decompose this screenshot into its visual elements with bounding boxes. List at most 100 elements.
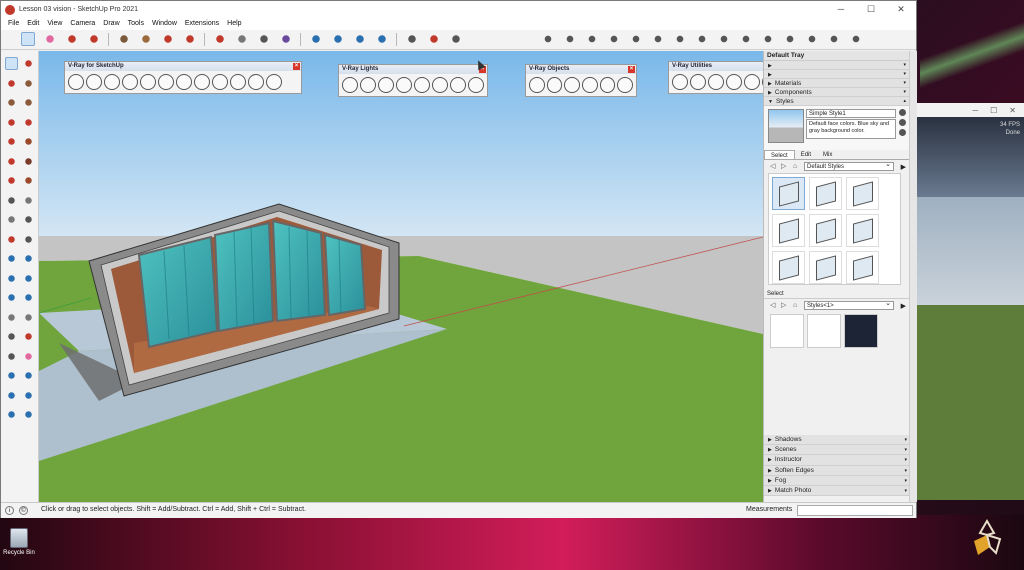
protractor-icon[interactable] — [5, 213, 18, 226]
top-view-icon[interactable] — [651, 32, 665, 46]
right-view-icon[interactable] — [695, 32, 709, 46]
panel-shadows[interactable]: ▶ Shadows ▾ — [764, 435, 910, 446]
zoom-window-icon[interactable] — [22, 271, 35, 285]
eraser-icon[interactable] — [22, 349, 35, 363]
scale-icon[interactable] — [213, 32, 227, 46]
back-view-icon[interactable] — [717, 32, 731, 46]
style-name-field[interactable]: Simple Style1 — [806, 109, 896, 118]
spot-light-icon[interactable] — [360, 77, 376, 93]
group-icon[interactable] — [5, 408, 18, 421]
rotate-icon[interactable] — [5, 154, 18, 168]
vray-refresh-icon[interactable] — [158, 74, 174, 90]
zoom-icon[interactable] — [5, 271, 18, 285]
panel-soften-edges[interactable]: ▶ Soften Edges ▾ — [764, 465, 910, 476]
panel-materials[interactable]: ▶ Materials ▾ — [764, 79, 909, 88]
secondary-library-select[interactable]: Styles<1> — [804, 300, 894, 310]
mesh-clipper-icon[interactable] — [617, 77, 634, 93]
zoom-icon[interactable] — [353, 32, 367, 46]
panel-fog[interactable]: ▶ Fog ▾ — [764, 475, 910, 486]
modeling-viewport[interactable]: V-Ray for SketchUp × V-Ray Lights × V-Ray … — [39, 51, 763, 502]
panel-components[interactable]: ▶ Components ▾ — [764, 88, 909, 97]
details-arrow-icon[interactable]: ▶ — [901, 302, 906, 310]
zoom-extents-icon[interactable] — [375, 32, 389, 46]
vray-render-region-icon[interactable] — [230, 74, 246, 90]
vray-lock-icon[interactable] — [266, 74, 282, 90]
credits-icon[interactable]: © — [19, 506, 28, 515]
component-icon[interactable] — [22, 388, 35, 402]
forward-icon[interactable]: ▷ — [781, 163, 788, 170]
select-icon[interactable] — [5, 57, 18, 70]
rectangle-icon[interactable] — [22, 76, 35, 90]
maximize-button[interactable]: ☐ — [856, 4, 886, 15]
vray-toolbar-icon[interactable] — [541, 32, 555, 46]
menu-help[interactable]: Help — [223, 18, 245, 30]
menu-draw[interactable]: Draw — [99, 18, 123, 30]
vray-objects-toolbar[interactable]: V-Ray Objects × — [525, 64, 637, 97]
close-icon[interactable]: × — [293, 63, 300, 70]
scale-icon[interactable] — [5, 174, 18, 187]
walk-icon[interactable] — [5, 330, 18, 343]
in-model-style-dark[interactable] — [844, 314, 878, 348]
menu-camera[interactable]: Camera — [66, 18, 99, 30]
arc-icon[interactable] — [5, 115, 18, 129]
style-description-field[interactable]: Default face colors. Blue sky and gray b… — [806, 119, 896, 139]
style-thumbnail-item[interactable] — [772, 177, 805, 210]
push-pull-icon[interactable] — [22, 135, 35, 148]
text-icon[interactable] — [22, 213, 35, 226]
create-style-icon[interactable] — [899, 119, 906, 126]
menu-edit[interactable]: Edit — [23, 18, 43, 30]
proxy-import-icon[interactable] — [564, 77, 581, 93]
details-arrow-icon[interactable]: ▶ — [901, 163, 906, 171]
proxy-export-icon[interactable] — [546, 77, 563, 93]
3d-text-icon[interactable] — [22, 232, 35, 246]
section-plane-icon[interactable] — [22, 330, 35, 343]
arc-icon[interactable] — [87, 32, 101, 46]
menu-window[interactable]: Window — [148, 18, 181, 30]
orbit-icon[interactable] — [309, 32, 323, 46]
scatter-icon[interactable] — [599, 77, 616, 93]
polygon-icon[interactable] — [22, 96, 35, 109]
look-around-icon[interactable] — [22, 310, 35, 324]
vray-utilities-toolbar[interactable]: V-Ray Utilities× — [668, 61, 763, 94]
eraser-icon[interactable] — [43, 32, 57, 46]
vray-for-sketchup-toolbar[interactable]: V-Ray for SketchUp × — [64, 61, 302, 94]
style-thumbnail-item[interactable] — [846, 251, 879, 284]
vray-interactive-icon[interactable] — [86, 74, 102, 90]
tag-icon[interactable] — [5, 388, 18, 402]
vray-asset-editor-icon[interactable] — [194, 74, 210, 90]
sphere-light-icon[interactable] — [378, 77, 394, 93]
rotate-icon[interactable] — [183, 32, 197, 46]
style-thumbnail-item[interactable] — [809, 177, 842, 210]
back-icon[interactable]: ◁ — [770, 302, 777, 309]
forward-icon[interactable]: ▷ — [781, 302, 788, 309]
panel-match-photo[interactable]: ▶ Match Photo ▾ — [764, 485, 910, 497]
axes-icon[interactable] — [5, 232, 18, 246]
style-thumbnail-item[interactable] — [846, 177, 879, 210]
outliner-icon[interactable] — [22, 369, 35, 382]
vray-render-icon[interactable] — [68, 74, 84, 90]
in-model-style-wireframe[interactable] — [807, 314, 841, 348]
extension-icon[interactable] — [783, 32, 797, 46]
pie-icon[interactable] — [22, 115, 35, 129]
fur-icon[interactable] — [582, 77, 598, 93]
measurements-input[interactable] — [797, 505, 913, 516]
push-pull-icon[interactable] — [139, 32, 153, 46]
vray-pack-icon[interactable] — [708, 74, 724, 90]
menu-tools[interactable]: Tools — [124, 18, 148, 30]
tape-icon[interactable] — [5, 193, 18, 207]
tab-mix[interactable]: Mix — [817, 150, 838, 159]
adjust-light-icon[interactable] — [468, 77, 484, 93]
position-camera-icon[interactable] — [5, 310, 18, 324]
text-icon[interactable] — [257, 32, 271, 46]
vray-batch-icon[interactable] — [248, 74, 264, 90]
3d-warehouse-icon[interactable] — [405, 32, 419, 46]
home-view-icon[interactable] — [805, 32, 819, 46]
previous-view-icon[interactable] — [22, 291, 35, 304]
views-icon[interactable] — [607, 32, 621, 46]
style-thumbnail-item[interactable] — [846, 214, 879, 247]
style-thumbnail-item[interactable] — [772, 214, 805, 247]
close-icon[interactable]: × — [628, 66, 635, 73]
panel-scenes[interactable]: ▶ Scenes ▾ — [764, 445, 910, 456]
vray-settings-icon[interactable] — [212, 74, 228, 90]
section-icon[interactable] — [427, 32, 441, 46]
